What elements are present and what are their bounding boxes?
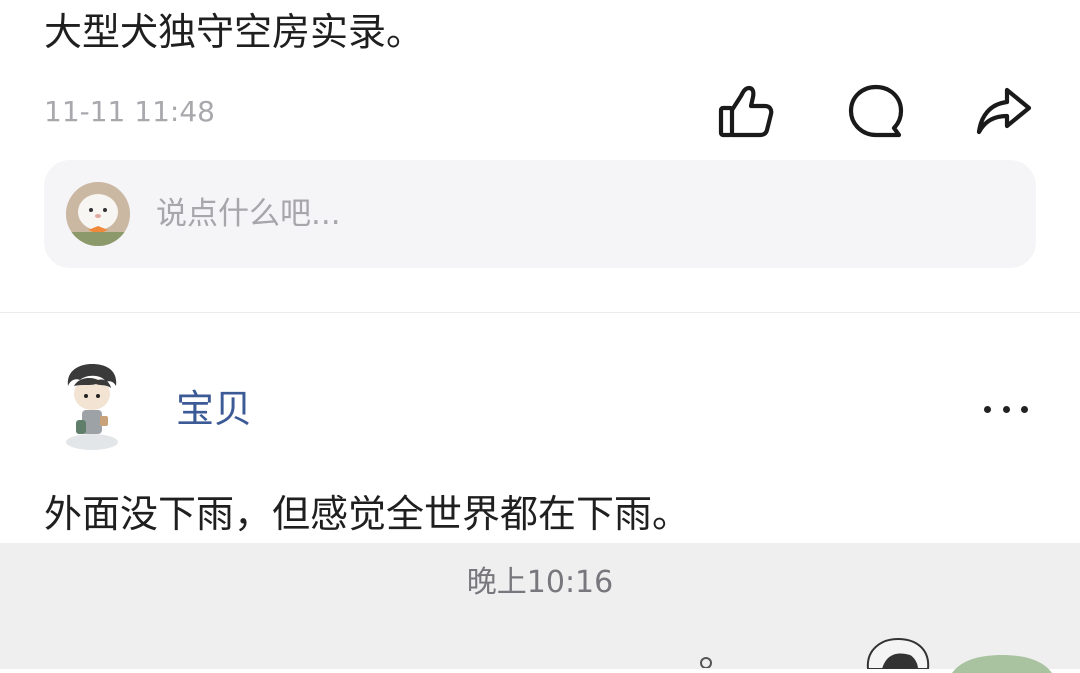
comment-button[interactable] — [844, 80, 908, 144]
thumbs-up-icon — [718, 85, 774, 138]
more-dots-icon[interactable] — [984, 394, 1028, 424]
divider — [0, 312, 1080, 313]
dot — [984, 405, 991, 413]
user-avatar[interactable] — [56, 356, 128, 456]
post-text: 大型犬独守空房实录。 — [44, 10, 425, 54]
my-avatar — [66, 182, 130, 246]
user-name[interactable]: 宝贝 — [176, 383, 252, 435]
dot — [1002, 405, 1010, 413]
cropped-avatar-2 — [952, 655, 1052, 673]
speech-bubble-icon — [848, 84, 904, 138]
share-button[interactable] — [972, 80, 1036, 144]
post-timestamp: 11-11 11:48 — [44, 95, 215, 128]
chat-footer: 晚上10:16 — [0, 543, 1080, 673]
post2-text: 外面没下雨，但感觉全世界都在下雨。 — [44, 492, 691, 536]
share-arrow-icon — [976, 87, 1032, 135]
like-button[interactable] — [714, 80, 778, 144]
comment-input-box[interactable] — [44, 160, 1036, 268]
comment-input[interactable] — [154, 195, 978, 233]
cropped-sticker — [700, 657, 712, 668]
cropped-avatar — [866, 637, 930, 669]
chat-time-label: 晚上10:16 — [466, 565, 614, 600]
dot — [1021, 405, 1028, 413]
